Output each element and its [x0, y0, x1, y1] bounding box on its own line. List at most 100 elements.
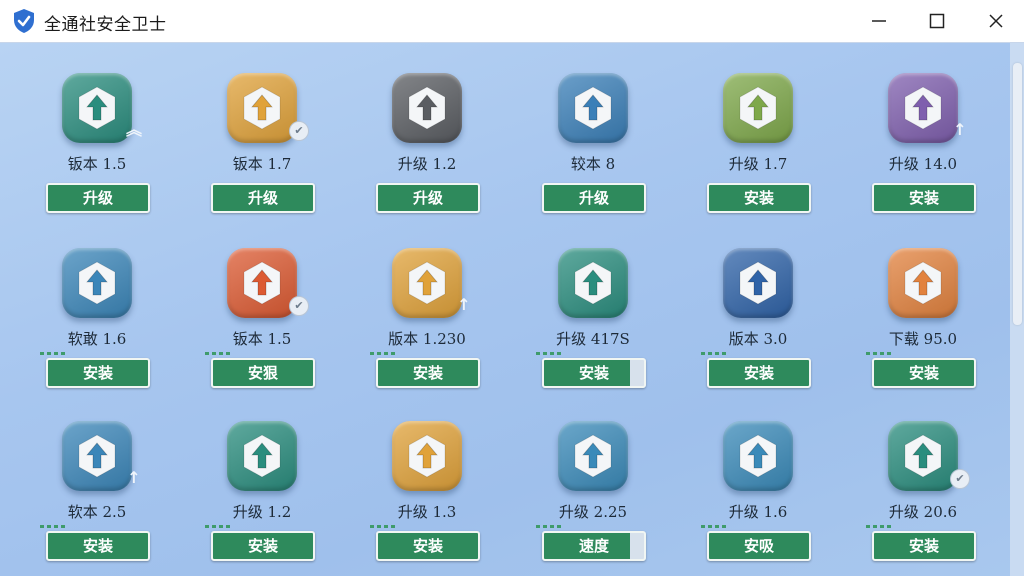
minimize-button[interactable] — [864, 6, 894, 36]
progress-dots — [40, 525, 80, 529]
action-button[interactable]: 安装 — [872, 183, 976, 213]
check-icon: ✔ — [289, 296, 309, 316]
version-label: 较本 8 — [570, 155, 616, 173]
action-button[interactable]: 安装 — [211, 531, 315, 561]
version-label: 软本 2.5 — [67, 503, 127, 521]
progress-dots — [701, 525, 741, 529]
action-button[interactable]: 安装 — [46, 358, 150, 388]
app-upgrade-icon[interactable] — [392, 421, 462, 491]
shield-check-icon — [14, 9, 34, 33]
version-label: 版本 3.0 — [728, 330, 788, 348]
minimize-icon — [872, 20, 886, 22]
check-icon: ✔ — [289, 121, 309, 141]
progress-dots — [536, 352, 576, 356]
app-upgrade-icon[interactable] — [888, 73, 958, 143]
app-grid: ︽ 钣本 1.5 升级 ✔ 钣本 1.7 升级 升级 1.2 升级 较本 8 升级 升级 1.7 安装… — [0, 43, 1024, 576]
version-label: 钣本 1.7 — [232, 155, 292, 173]
app-upgrade-icon[interactable] — [558, 248, 628, 318]
version-label: 下载 95.0 — [888, 330, 958, 348]
version-label: 版本 1.230 — [388, 330, 466, 348]
action-button[interactable]: 安吸 — [707, 531, 811, 561]
app-upgrade-icon[interactable] — [227, 421, 297, 491]
version-label: 软敢 1.6 — [67, 330, 127, 348]
app-tile: ✔ 升级 20.6 安装 — [848, 421, 998, 576]
up-arrow-icon: ↑ — [127, 468, 141, 487]
app-tile: ︽ 钣本 1.5 升级 — [22, 73, 172, 233]
action-button[interactable]: 升级 — [376, 183, 480, 213]
action-button[interactable]: 速度 — [542, 531, 646, 561]
maximize-button[interactable] — [922, 6, 952, 36]
action-button[interactable]: 安装 — [872, 358, 976, 388]
action-button[interactable]: 安装 — [707, 358, 811, 388]
app-tile: 升级 1.2 安装 — [187, 421, 337, 576]
action-button[interactable]: 安装 — [376, 531, 480, 561]
app-upgrade-icon[interactable] — [558, 73, 628, 143]
progress-dots — [40, 352, 80, 356]
progress-dots — [205, 525, 245, 529]
progress-dots — [370, 352, 410, 356]
app-tile: ↑ 软本 2.5 安装 — [22, 421, 172, 576]
up-arrow-icon: ↑ — [953, 120, 967, 139]
close-button[interactable] — [981, 6, 1011, 36]
progress-dots — [866, 525, 906, 529]
progress-dots — [866, 352, 906, 356]
progress-dots — [370, 525, 410, 529]
app-upgrade-icon[interactable] — [888, 421, 958, 491]
app-tile: ✔ 钣本 1.5 安狠 — [187, 248, 337, 408]
scrollbar[interactable] — [1010, 43, 1024, 576]
action-button[interactable]: 安装 — [872, 531, 976, 561]
app-tile: 软敢 1.6 安装 — [22, 248, 172, 408]
app-upgrade-icon[interactable] — [62, 421, 132, 491]
window-title: 全通社安全卫士 — [44, 15, 167, 35]
title-bar: 全通社安全卫士 — [0, 0, 1024, 43]
app-upgrade-icon[interactable] — [62, 248, 132, 318]
app-upgrade-icon[interactable] — [558, 421, 628, 491]
app-tile: ↑ 版本 1.230 安装 — [352, 248, 502, 408]
version-label: 升级 14.0 — [888, 155, 958, 173]
app-upgrade-icon[interactable] — [723, 248, 793, 318]
action-button[interactable]: 安装 — [542, 358, 646, 388]
scrollbar-thumb[interactable] — [1013, 63, 1022, 325]
action-button[interactable]: 安装 — [46, 531, 150, 561]
app-upgrade-icon[interactable] — [723, 73, 793, 143]
app-tile: 升级 1.7 安装 — [683, 73, 833, 233]
app-upgrade-icon[interactable] — [392, 73, 462, 143]
app-upgrade-icon[interactable] — [227, 248, 297, 318]
progress-dots — [536, 525, 576, 529]
maximize-icon — [929, 13, 945, 29]
close-icon — [989, 14, 1003, 28]
version-label: 升级 1.2 — [397, 155, 457, 173]
app-upgrade-icon[interactable] — [62, 73, 132, 143]
version-label: 升级 20.6 — [888, 503, 958, 521]
action-button[interactable]: 升级 — [211, 183, 315, 213]
version-label: 升级 1.6 — [728, 503, 788, 521]
version-label: 钣本 1.5 — [232, 330, 292, 348]
app-tile: 版本 3.0 安装 — [683, 248, 833, 408]
up-arrows-icon: ︽ — [126, 120, 143, 139]
action-button[interactable]: 升级 — [46, 183, 150, 213]
version-label: 钣本 1.5 — [67, 155, 127, 173]
app-tile: 升级 1.2 升级 — [352, 73, 502, 233]
version-label: 升级 1.3 — [397, 503, 457, 521]
app-upgrade-icon[interactable] — [723, 421, 793, 491]
app-tile: 较本 8 升级 — [518, 73, 668, 233]
app-upgrade-icon[interactable] — [888, 248, 958, 318]
version-label: 升级 2.25 — [558, 503, 628, 521]
app-tile: 升级 417S 安装 — [518, 248, 668, 408]
app-tile: ✔ 钣本 1.7 升级 — [187, 73, 337, 233]
app-upgrade-icon[interactable] — [392, 248, 462, 318]
action-button[interactable]: 升级 — [542, 183, 646, 213]
progress-dots — [205, 352, 245, 356]
progress-dots — [701, 352, 741, 356]
app-tile: 升级 1.3 安装 — [352, 421, 502, 576]
app-tile: ↑ 升级 14.0 安装 — [848, 73, 998, 233]
app-tile: 下载 95.0 安装 — [848, 248, 998, 408]
up-arrow-icon: ↑ — [457, 295, 471, 314]
action-button[interactable]: 安装 — [376, 358, 480, 388]
check-icon: ✔ — [950, 469, 970, 489]
app-tile: 升级 1.6 安吸 — [683, 421, 833, 576]
action-button[interactable]: 安狠 — [211, 358, 315, 388]
action-button[interactable]: 安装 — [707, 183, 811, 213]
app-tile: 升级 2.25 速度 — [518, 421, 668, 576]
app-upgrade-icon[interactable] — [227, 73, 297, 143]
